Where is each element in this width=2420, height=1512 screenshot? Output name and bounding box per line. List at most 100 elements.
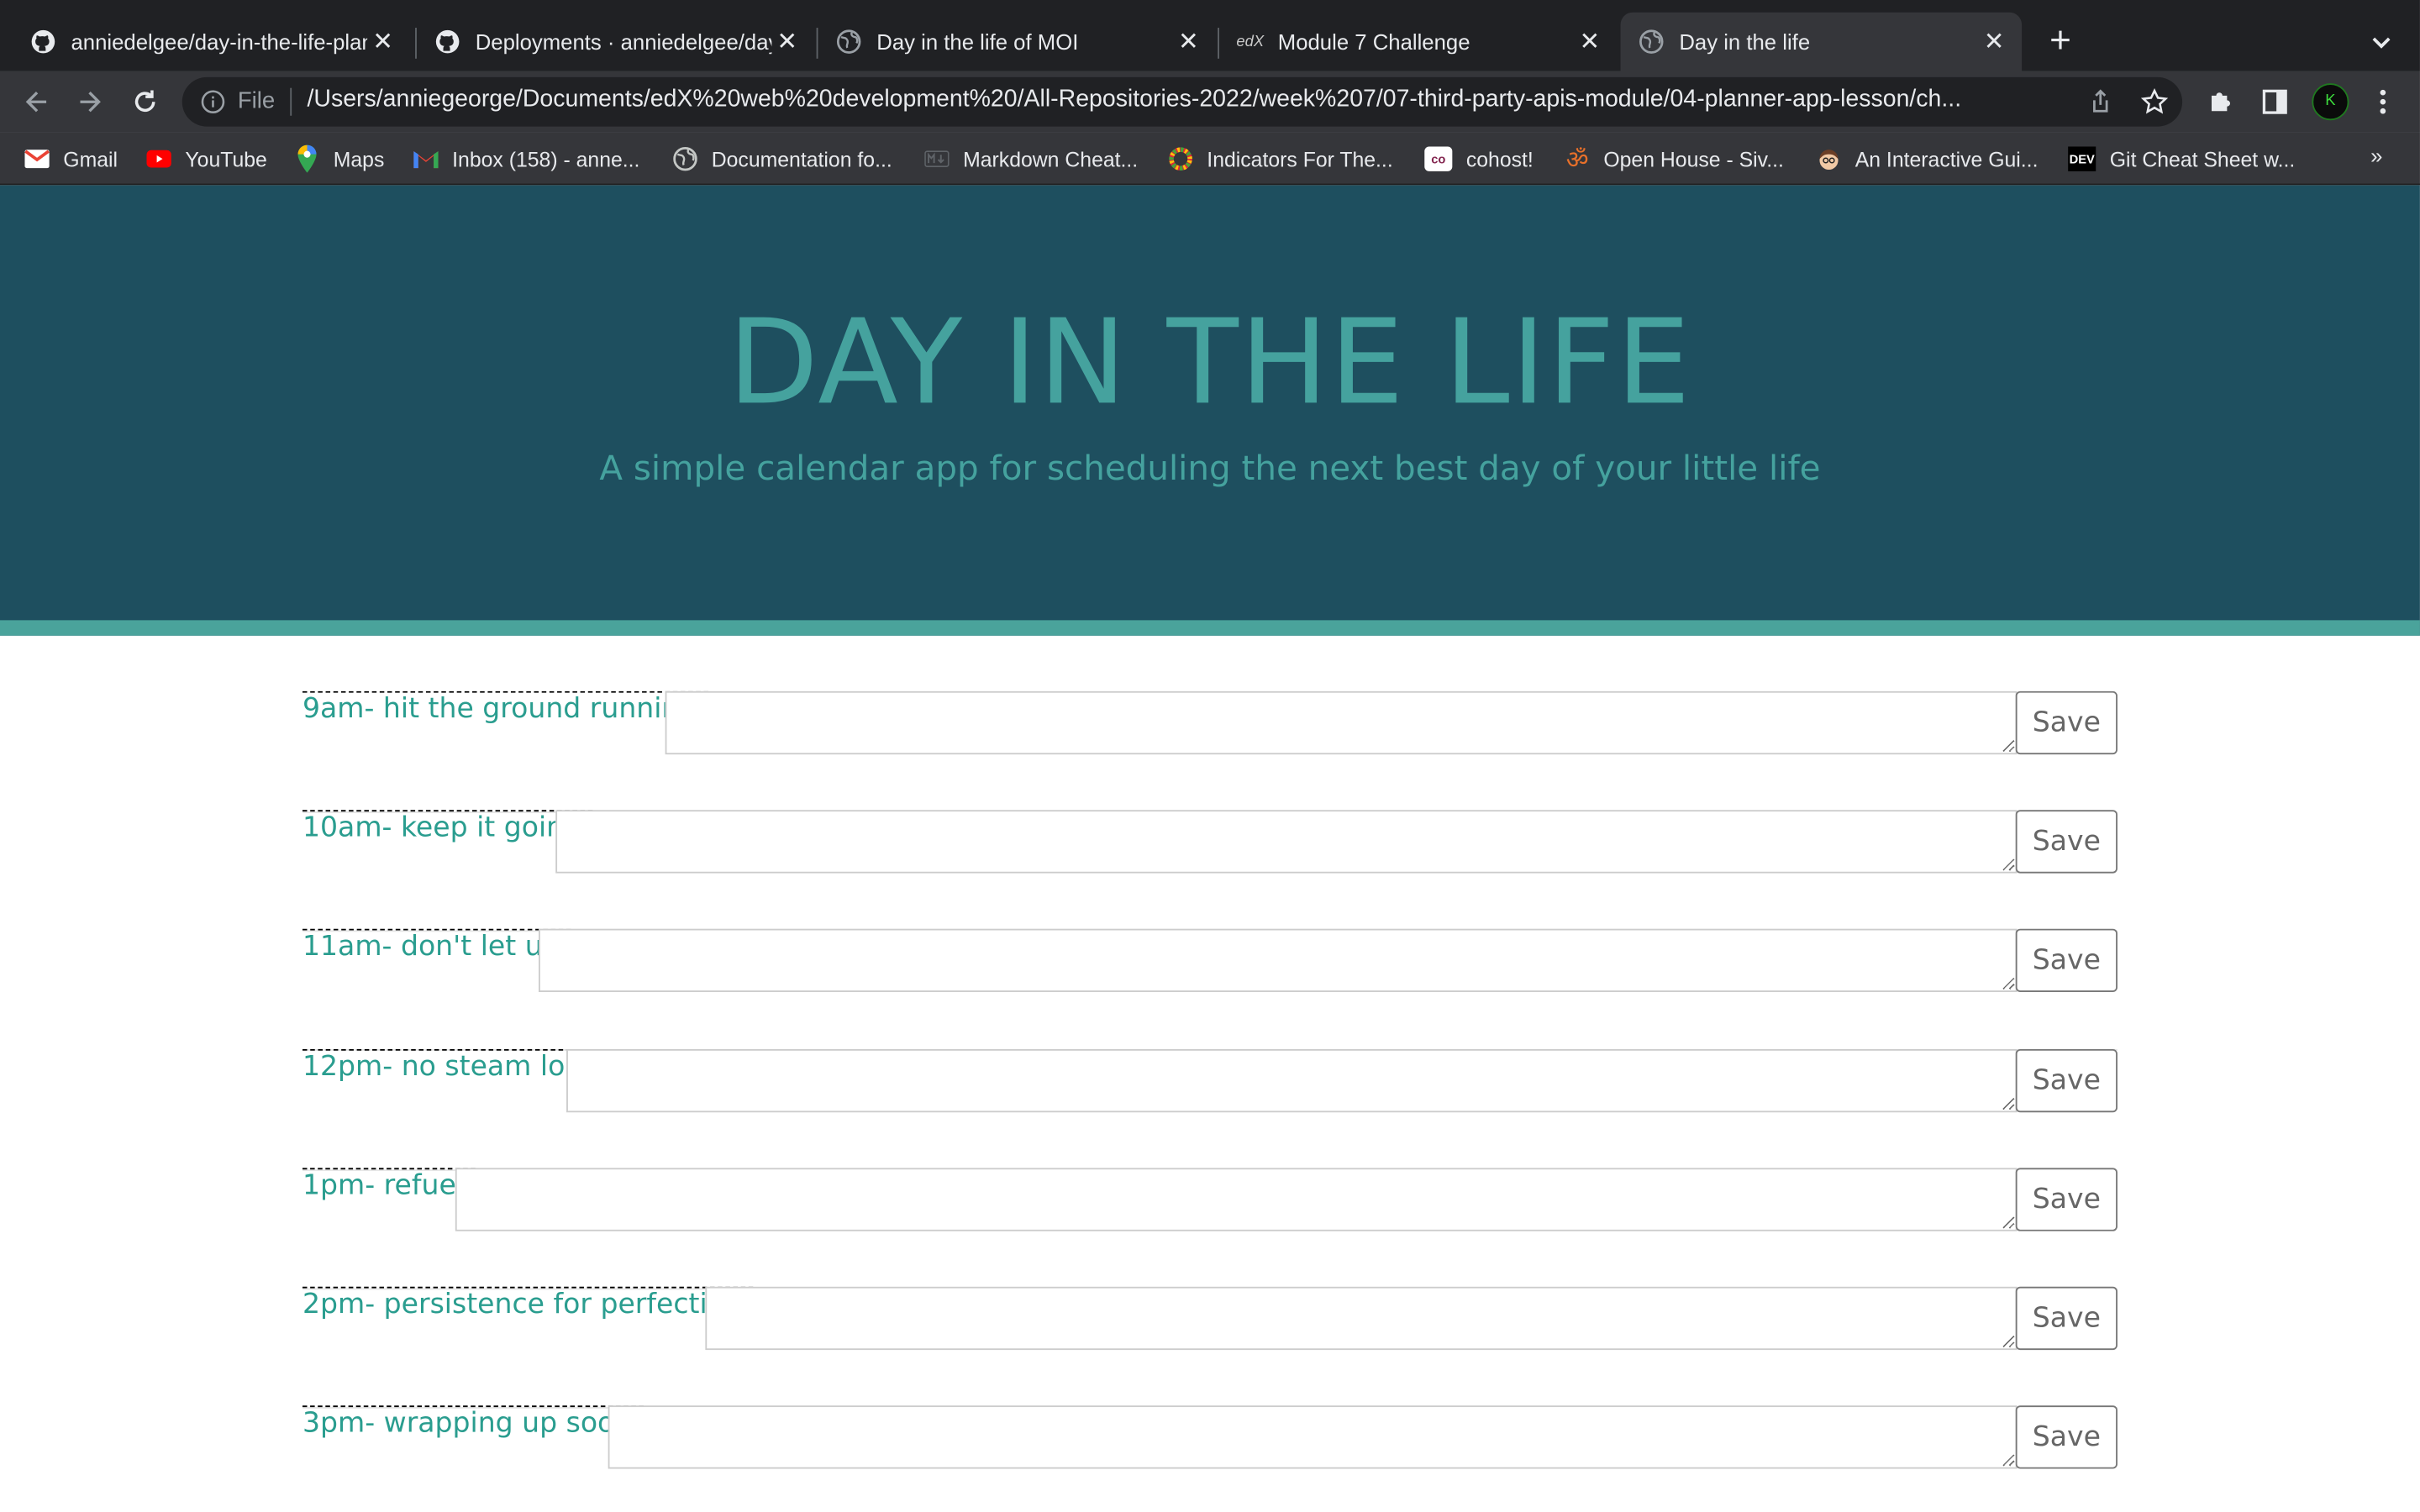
tab-day-in-the-life[interactable]: Day in the life ✕: [1620, 12, 2023, 71]
bookmark-star-icon[interactable]: [2140, 88, 2169, 116]
tab-close-icon[interactable]: ✕: [1173, 26, 1204, 57]
page-subtitle: A simple calendar app for scheduling the…: [599, 450, 1821, 490]
task-textarea[interactable]: [566, 1048, 2018, 1113]
kebab-menu-icon[interactable]: [2366, 85, 2400, 118]
extensions-puzzle-icon[interactable]: [2204, 85, 2238, 118]
time-block-row: 9am- hit the ground running! Save: [302, 690, 2118, 813]
scheme-label: File: [237, 87, 276, 114]
globe-icon: [673, 146, 697, 171]
bookmark-label: Gmail: [63, 147, 118, 171]
bookmark-label: Markdown Cheat...: [963, 147, 1139, 171]
task-textarea[interactable]: [455, 1168, 2018, 1231]
side-panel-icon[interactable]: [2258, 85, 2291, 118]
hour-label: 9am- hit the ground running!: [302, 690, 708, 726]
tab-title: Day in the life: [1679, 29, 1811, 55]
forward-arrow-icon[interactable]: [68, 81, 111, 123]
tab-github-repo[interactable]: anniedelgee/day-in-the-life-planner ✕: [13, 13, 411, 71]
time-block-row: 1pm- refuel! Save: [302, 1168, 2118, 1290]
bookmark-label: Documentation fo...: [711, 147, 892, 171]
om-icon: ॐ: [1565, 148, 1589, 175]
hour-label: 12pm- no steam lost!: [302, 1048, 602, 1084]
bookmark-label: An Interactive Gui...: [1854, 147, 2039, 171]
cohost-icon: co: [1424, 146, 1453, 171]
tab-close-icon[interactable]: ✕: [771, 26, 802, 57]
time-block-row: 2pm- persistence for perfection! Save: [302, 1286, 2118, 1409]
task-textarea[interactable]: [665, 690, 2018, 755]
task-textarea[interactable]: [705, 1286, 2018, 1351]
github-icon: [31, 29, 55, 54]
bookmark-indicators[interactable]: Indicators For The...: [1168, 144, 1393, 175]
bookmark-interactive-guide[interactable]: An Interactive Gui...: [1817, 144, 2039, 175]
back-arrow-icon[interactable]: [15, 81, 58, 123]
browser-toolbar: File /Users/anniegeorge/Documents/edX%20…: [0, 71, 2420, 133]
gmail-icon: [413, 146, 439, 171]
profile-avatar[interactable]: K: [2312, 83, 2349, 121]
bookmark-gmail[interactable]: Gmail: [24, 144, 118, 175]
save-button[interactable]: Save: [2015, 690, 2118, 755]
save-button[interactable]: Save: [2015, 1405, 2118, 1469]
bookmark-documentation[interactable]: Documentation fo...: [673, 144, 892, 175]
bookmark-label: cohost!: [1465, 147, 1534, 171]
globe-icon: [836, 29, 861, 54]
globe-icon: [1639, 29, 1664, 54]
page-title: DAY IN THE LIFE: [728, 292, 1692, 431]
hour-label: 2pm- persistence for perfection!: [302, 1286, 754, 1321]
omnibox-divider: [290, 87, 292, 116]
hour-label: 10am- keep it going!: [302, 810, 593, 844]
bookmark-label: YouTube: [185, 147, 267, 171]
reload-icon[interactable]: [124, 81, 166, 123]
tab-close-icon[interactable]: ✕: [1979, 26, 2010, 57]
task-textarea[interactable]: [555, 810, 2018, 874]
tab-title: Deployments · anniedelgee/day-in-the-lif…: [475, 29, 772, 55]
bookmark-open-house[interactable]: ॐ Open House - Siv...: [1565, 144, 1784, 175]
tab-day-in-the-life-of-moi[interactable]: Day in the life of MOI ✕: [818, 13, 1216, 71]
task-textarea[interactable]: [608, 1405, 2018, 1469]
tab-title: anniedelgee/day-in-the-life-planner: [71, 29, 367, 55]
sdg-icon: [1168, 146, 1192, 171]
save-button[interactable]: Save: [2015, 1168, 2118, 1231]
markdown-icon: [924, 146, 950, 171]
edx-icon: edX: [1236, 33, 1265, 50]
tab-title: Day in the life of MOI: [876, 29, 1079, 55]
save-button[interactable]: Save: [2015, 1048, 2118, 1113]
time-block-row: 3pm- wrapping up soon! Save: [302, 1405, 2118, 1512]
bookmark-label: Inbox (158) - anne...: [452, 147, 640, 171]
tab-close-icon[interactable]: ✕: [367, 26, 398, 57]
maps-icon: [295, 144, 319, 173]
bookmark-maps[interactable]: Maps: [295, 144, 385, 175]
address-bar[interactable]: File /Users/anniegeorge/Documents/edX%20…: [182, 76, 2183, 127]
new-tab-button[interactable]: +: [2040, 21, 2081, 62]
bookmark-label: Indicators For The...: [1207, 147, 1393, 171]
bookmark-inbox[interactable]: Inbox (158) - anne...: [413, 144, 639, 175]
hour-label: 11am- don't let up!: [302, 928, 571, 963]
bookmark-label: Maps: [333, 147, 385, 171]
bookmark-label: Open House - Siv...: [1603, 147, 1784, 171]
url-text[interactable]: /Users/anniegeorge/Documents/edX%20web%2…: [308, 87, 2076, 114]
save-button[interactable]: Save: [2015, 810, 2118, 874]
time-block-row: 11am- don't let up! Save: [302, 928, 2118, 1051]
tab-close-icon[interactable]: ✕: [1574, 26, 1605, 57]
time-block-row: 12pm- no steam lost! Save: [302, 1048, 2118, 1172]
github-icon: [435, 29, 460, 54]
save-button[interactable]: Save: [2015, 1286, 2118, 1351]
tab-deployments[interactable]: Deployments · anniedelgee/day-in-the-lif…: [417, 13, 815, 71]
bookmark-git-cheat-sheet[interactable]: DEV Git Cheat Sheet w...: [2068, 144, 2295, 175]
hour-label: 1pm- refuel!: [302, 1168, 476, 1202]
tab-title: Module 7 Challenge: [1277, 29, 1470, 55]
tab-search-chevron-down-icon[interactable]: [2365, 24, 2398, 58]
bookmarks-bar: Gmail YouTube Maps Inbox (158) - anne...…: [0, 132, 2420, 186]
more-bookmarks-button[interactable]: »: [2370, 144, 2382, 168]
save-button[interactable]: Save: [2015, 928, 2118, 992]
dev-icon: DEV: [2068, 146, 2096, 171]
info-icon[interactable]: [201, 90, 225, 114]
share-icon[interactable]: [2086, 88, 2114, 116]
bookmark-label: Git Cheat Sheet w...: [2109, 147, 2296, 171]
tab-module-7-challenge[interactable]: edX Module 7 Challenge ✕: [1219, 13, 1618, 71]
bookmark-youtube[interactable]: YouTube: [146, 144, 267, 175]
bookmark-markdown-cheat[interactable]: Markdown Cheat...: [924, 144, 1138, 175]
page-content: DAY IN THE LIFE A simple calendar app fo…: [0, 185, 2420, 1512]
gmail-icon: [24, 146, 50, 171]
bookmark-cohost[interactable]: co cohost!: [1424, 144, 1534, 175]
avatar-icon: [1817, 146, 1841, 171]
task-textarea[interactable]: [539, 928, 2018, 992]
